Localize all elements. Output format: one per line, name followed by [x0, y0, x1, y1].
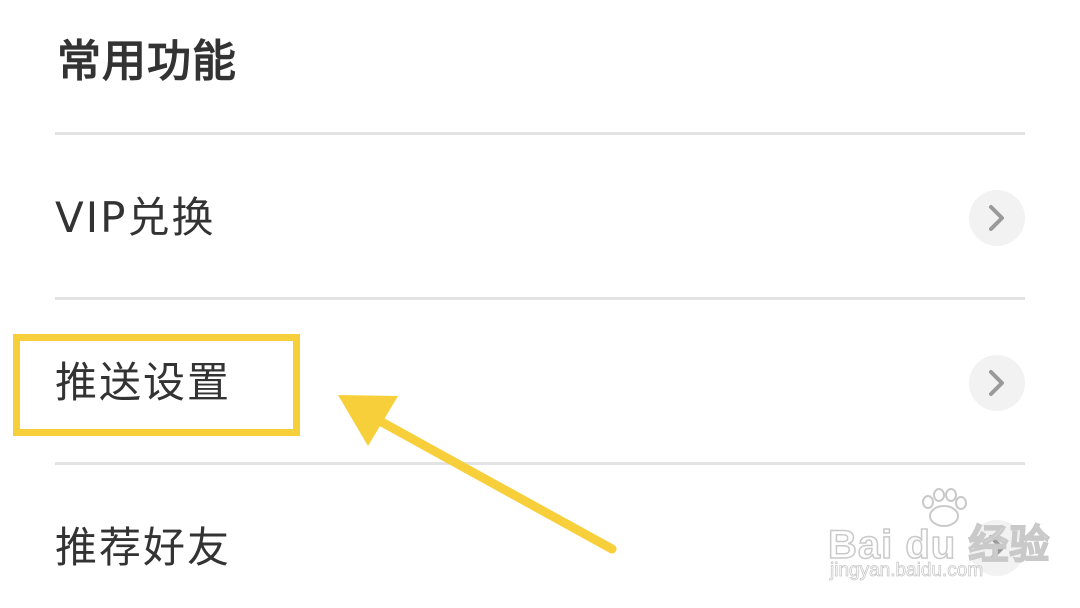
- section-title: 常用功能: [57, 36, 237, 87]
- divider: [55, 132, 1025, 135]
- menu-item-label: VIP兑换: [55, 193, 216, 242]
- chevron-right-icon: [969, 355, 1025, 411]
- menu-item-push-settings[interactable]: 推送设置: [55, 323, 1025, 443]
- chevron-right-icon: [969, 520, 1025, 576]
- divider: [55, 297, 1025, 300]
- menu-item-label: 推送设置: [55, 358, 232, 407]
- chevron-right-icon: [969, 190, 1025, 246]
- menu-item-recommend-friends[interactable]: 推荐好友: [55, 488, 1025, 608]
- menu-item-label: 推荐好友: [55, 523, 232, 572]
- menu-item-vip-exchange[interactable]: VIP兑换: [55, 158, 1025, 278]
- divider: [55, 462, 1025, 465]
